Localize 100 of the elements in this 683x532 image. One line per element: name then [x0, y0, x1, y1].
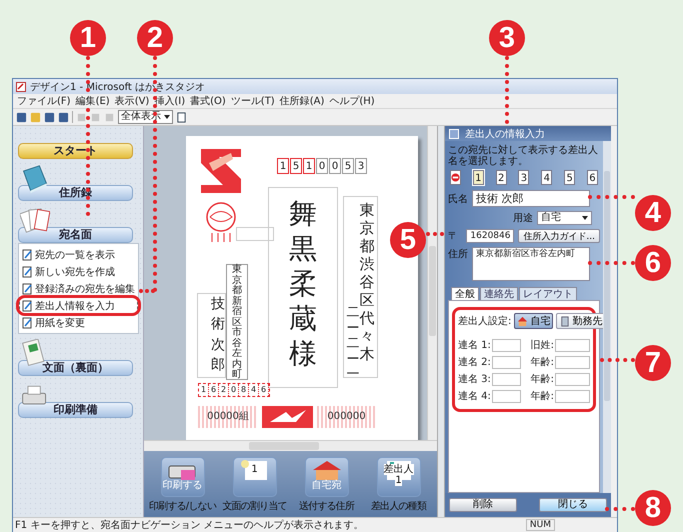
num-lock-indicator: NUM	[526, 519, 555, 531]
sender-postal-digit: 8	[239, 384, 249, 396]
sender-type-button[interactable]: 勤務先	[556, 313, 606, 329]
tab[interactable]: レイアウト	[519, 287, 577, 300]
postal-code-digit: 5	[290, 158, 302, 174]
sender-postal-digit: 1	[199, 384, 209, 396]
building-icon	[559, 316, 570, 326]
dropdown-arrow-icon	[582, 216, 588, 220]
callout-number: 1	[70, 20, 106, 56]
sender-postal-digit: 6	[259, 384, 269, 396]
option-button[interactable]: 1	[232, 457, 276, 497]
menu-item[interactable]: 表示(V)	[114, 94, 150, 108]
address-field[interactable]: 東京都新宿区市谷左内町	[472, 247, 590, 281]
document-icon	[21, 316, 33, 328]
option-caption: 文面の割り当て	[222, 500, 287, 513]
menu-item[interactable]: 編集(E)	[76, 94, 110, 108]
text-side-button[interactable]: 文面（裏面）	[18, 360, 133, 376]
dropdown-arrow-icon	[164, 115, 170, 119]
menu-item[interactable]: ツール(T)	[230, 94, 275, 108]
option-caption: 差出人の種類	[370, 500, 426, 513]
nav-item[interactable]: 用紙を変更	[19, 314, 138, 331]
postal-code-digit: 1	[277, 158, 289, 174]
start-button[interactable]: スタート	[18, 143, 133, 159]
postal-code-field[interactable]: 1620846	[466, 229, 514, 243]
menu-item[interactable]: 住所録(A)	[280, 94, 324, 108]
lottery-number: 00000組	[198, 406, 258, 428]
no-entry-icon	[451, 173, 460, 182]
postal-code-digit: 3	[355, 158, 367, 174]
toolbar-icon[interactable]	[16, 112, 27, 122]
panel-button[interactable]: 閉じる	[539, 498, 607, 512]
vertical-scrollbar[interactable]	[427, 126, 437, 440]
sender-postal-digit: 4	[249, 384, 259, 396]
text-field[interactable]	[554, 390, 590, 402]
pane-splitter[interactable]	[437, 126, 445, 517]
sender-choice[interactable]: 1	[472, 170, 484, 185]
postal-code-digit: 0	[329, 158, 341, 174]
lottery-number: 000000	[317, 406, 376, 428]
text-field[interactable]	[554, 338, 590, 352]
recipient-address-number: 二ー二ー一	[346, 305, 360, 377]
print-prep-button[interactable]: 印刷準備	[18, 402, 133, 418]
callout-number: 3	[489, 20, 525, 56]
house-icon	[517, 316, 528, 326]
nav-item[interactable]: 登録済みの宛先を編集	[19, 280, 138, 297]
sender-choice[interactable]: 5	[564, 170, 576, 185]
joint-name-field[interactable]	[492, 390, 522, 402]
nav-item[interactable]: 宛先の一覧を表示	[19, 246, 138, 263]
joint-name-field[interactable]	[492, 372, 522, 386]
text-field[interactable]	[554, 372, 590, 386]
field-label: 用途	[513, 212, 533, 225]
panel-icon	[449, 128, 459, 138]
panel-title: 差出人の情報入力	[465, 128, 545, 140]
recipient-name: 舞黒柔蔵	[289, 196, 317, 336]
sender-choice[interactable]: 4	[541, 170, 552, 185]
menu-item[interactable]: 書式(O)	[190, 94, 226, 108]
callout-number: 7	[635, 345, 671, 381]
sender-name: 技術次郎	[211, 295, 225, 375]
panel-button[interactable]: 削除	[449, 498, 517, 512]
menu-item[interactable]: ファイル(F)	[17, 94, 71, 108]
postal-code-digit: 0	[316, 158, 328, 174]
tab[interactable]: 連絡先	[480, 287, 518, 300]
callout-number: 2	[137, 20, 173, 56]
instruction-text: この宛先に対して表示する差出人名を選択します。	[448, 145, 599, 167]
document-icon	[21, 266, 33, 278]
joint-name-field[interactable]	[492, 338, 522, 352]
address-guide-button[interactable]: 住所入力ガイド...	[518, 229, 600, 243]
text-field[interactable]	[554, 356, 590, 368]
address-side-button[interactable]: 宛名面	[18, 227, 133, 243]
option-button[interactable]: 差出人 1	[376, 457, 420, 497]
option-caption: 送付する住所	[298, 500, 354, 513]
field-label: 連名 1:	[458, 338, 491, 352]
sender-choice[interactable]: 6	[586, 170, 598, 185]
sender-postal-digit: 2	[219, 384, 229, 396]
callout-number: 6	[635, 245, 671, 281]
document-icon	[21, 300, 33, 312]
field-label: 年齢:	[530, 356, 554, 369]
sender-choice[interactable]: 3	[518, 170, 530, 185]
toolbar-icon[interactable]	[58, 112, 69, 122]
recipient-address: 東京都渋谷区代々木	[360, 201, 374, 365]
name-field[interactable]: 技術 次郎	[472, 190, 590, 207]
menu-item[interactable]: ヘルプ(H)	[329, 94, 375, 108]
field-label: 年齢:	[530, 390, 554, 403]
sender-type-button[interactable]: 自宅	[514, 313, 554, 329]
window-title: デザイン1 - Microsoft はがきスタジオ	[30, 80, 206, 94]
postal-code-digit: 5	[342, 158, 354, 174]
tab[interactable]: 全般	[451, 287, 479, 300]
field-label: 年齢:	[530, 372, 554, 386]
sender-postal-digit: 0	[229, 384, 239, 396]
panel-scrollbar[interactable]	[603, 141, 611, 493]
horizontal-scrollbar[interactable]	[144, 440, 437, 451]
field-label: 氏名	[448, 192, 468, 206]
nav-item[interactable]: 差出人情報を入力	[19, 297, 138, 314]
nav-item[interactable]: 新しい宛先を作成	[19, 263, 138, 280]
toolbar-icon[interactable]	[44, 112, 55, 122]
sender-address: 東京都新宿区市谷左内町	[232, 265, 242, 379]
page-icon[interactable]	[176, 112, 187, 122]
sender-choice[interactable]: 2	[496, 170, 507, 185]
sender-choice[interactable]	[450, 170, 461, 185]
usage-dropdown[interactable]: 自宅	[537, 211, 592, 225]
joint-name-field[interactable]	[492, 356, 522, 368]
document-icon	[21, 282, 33, 294]
